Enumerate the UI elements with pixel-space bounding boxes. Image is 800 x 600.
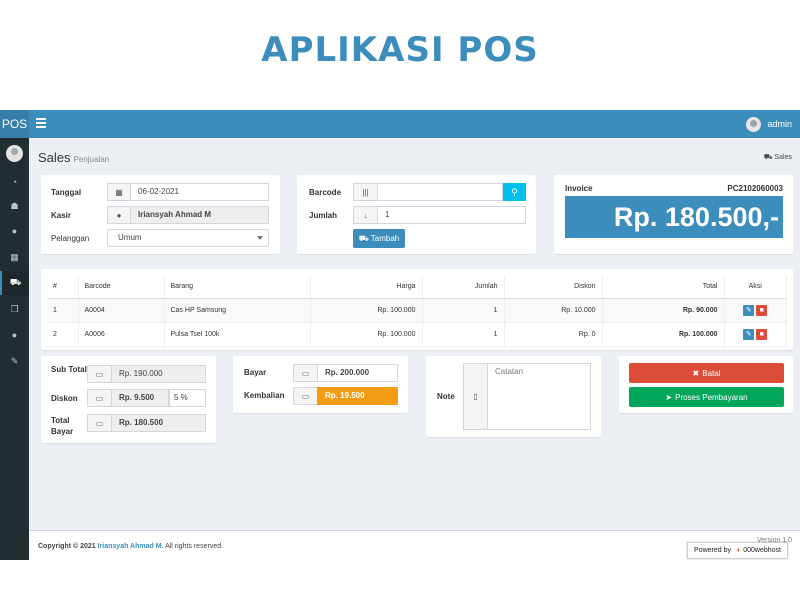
user-icon: ●	[107, 206, 131, 224]
user2-icon[interactable]: ●	[0, 323, 29, 347]
transaction-info-box: Tanggal ▦ 06-02-2021 Kasir ● Iriansyah A…	[41, 175, 280, 254]
sidebar-avatar	[6, 145, 23, 162]
page-title: Sales Penjualan	[38, 150, 110, 165]
app-logo[interactable]: POS	[0, 110, 29, 138]
search-icon: ⚲	[511, 186, 518, 197]
money-icon: ▭	[293, 387, 318, 405]
app-window: POS admin ◔ ☗ ● ▦ ⛟ ❐ ● ✎ Sales Penjualan…	[0, 110, 800, 560]
copyright: Copyright © 2021 Iriansyah Ahmad M. All …	[38, 543, 224, 550]
table-header: # Barcode Barang Harga Jumlah Diskon Tot…	[47, 276, 787, 299]
user-name: admin	[767, 119, 792, 129]
cart-table-box: # Barcode Barang Harga Jumlah Diskon Tot…	[41, 269, 793, 350]
note-icon: ▯	[463, 363, 488, 430]
webhost-logo-icon: ◖	[736, 547, 741, 554]
breadcrumb: ⛟ Sales	[763, 154, 792, 161]
payment-box: Bayar ▭ Rp. 200.000 Kembalian ▭ Rp. 19.5…	[233, 356, 408, 413]
table-row: 1 A0004 Cas HP Samsung Rp. 100.000 1 Rp.…	[47, 298, 787, 323]
actions-box: ✖ Batal ➤ Proses Pembayaran	[619, 356, 793, 413]
calendar-icon: ▦	[107, 183, 131, 201]
invoice-box: Invoice PC2102060003 Rp. 180.500,-	[554, 175, 793, 254]
delete-icon[interactable]: ■	[756, 304, 768, 316]
diskon-field: Rp. 9.500	[111, 389, 169, 407]
delete-icon[interactable]: ■	[756, 328, 768, 340]
kasir-label: Kasir	[51, 211, 72, 220]
invoice-label: Invoice	[565, 184, 593, 193]
author-link[interactable]: Iriansyah Ahmad M.	[98, 543, 164, 550]
footer: Copyright © 2021 Iriansyah Ahmad M. All …	[29, 530, 800, 560]
user-avatar	[746, 116, 762, 132]
chevron-down-icon	[257, 236, 263, 240]
jumlah-label: Jumlah	[309, 211, 338, 220]
money-icon: ▭	[87, 365, 112, 383]
tanggal-label: Tanggal	[51, 188, 82, 197]
kembalian-label: Kembalian	[244, 391, 285, 400]
user-icon[interactable]: ●	[0, 219, 29, 243]
page-subtitle: Penjualan	[73, 155, 110, 164]
powered-by-badge[interactable]: Powered by ◖ 000webhost	[687, 542, 788, 559]
barcode-label: Barcode	[309, 188, 342, 197]
summary-box: Sub Total ▭ Rp. 190.000 Diskon ▭ Rp. 9.5…	[41, 356, 216, 443]
dashboard-icon[interactable]: ◔	[0, 170, 29, 194]
pelanggan-label: Pelanggan	[51, 234, 90, 243]
note-textarea[interactable]: Catatan	[487, 363, 591, 430]
money-icon: ▭	[87, 414, 112, 432]
close-icon: ✖	[692, 368, 700, 378]
sort-numeric-icon: ↓	[353, 206, 378, 224]
kasir-field: Iriansyah Ahmad M	[130, 206, 269, 224]
barcode-input[interactable]	[377, 183, 503, 201]
item-entry-box: Barcode ||| ⚲ Jumlah ↓ 1 ⛟ Tambah	[297, 175, 536, 254]
wrench-icon[interactable]: ✎	[0, 349, 29, 373]
edit-icon[interactable]: ✎	[743, 328, 755, 340]
note-label: Note	[437, 392, 455, 401]
diskon-label: Diskon	[51, 394, 78, 403]
batal-button[interactable]: ✖ Batal	[629, 363, 784, 383]
money-icon: ▭	[293, 364, 318, 382]
cart-icon: ⛟	[358, 233, 369, 243]
bayar-label: Bayar	[244, 368, 267, 377]
money-icon: ▭	[87, 389, 112, 407]
banner-title: APLIKASI POS	[261, 30, 539, 70]
total-bayar-label: Total Bayar	[51, 416, 74, 436]
invoice-total-display: Rp. 180.500,-	[565, 196, 783, 238]
sidebar: ◔ ☗ ● ▦ ⛟ ❐ ● ✎	[0, 138, 29, 560]
total-bayar-field: Rp. 180.500	[111, 414, 206, 432]
send-icon: ➤	[665, 392, 673, 402]
table-row: 2 A0006 Pulsa Tsel 100k Rp. 100.000 1 Rp…	[47, 322, 787, 347]
invoice-number: PC2102060003	[727, 184, 783, 193]
bayar-input[interactable]: Rp. 200.000	[317, 364, 398, 382]
search-button[interactable]: ⚲	[503, 183, 526, 201]
cart-icon[interactable]: ⛟	[0, 271, 29, 295]
tanggal-field[interactable]: 06-02-2021	[130, 183, 269, 201]
edit-icon[interactable]: ✎	[743, 304, 755, 316]
pelanggan-select[interactable]: Umum	[107, 229, 269, 247]
sidebar-toggle-icon[interactable]	[36, 118, 46, 128]
diskon-percent-field[interactable]: 5 %	[169, 389, 206, 407]
main-content: Sales Penjualan ⛟ Sales Tanggal ▦ 06-02-2…	[29, 138, 800, 530]
grid-icon[interactable]: ▦	[0, 245, 29, 269]
cart-table: # Barcode Barang Harga Jumlah Diskon Tot…	[47, 276, 787, 347]
top-navbar: POS admin	[0, 110, 800, 138]
barcode-icon: |||	[353, 183, 378, 201]
jumlah-input[interactable]: 1	[377, 206, 526, 224]
banner: APLIKASI POS	[0, 0, 800, 110]
kembalian-field: Rp. 19.500	[317, 387, 398, 405]
users-icon[interactable]: ☗	[0, 194, 29, 218]
note-box: Note ▯ Catatan	[426, 356, 601, 437]
subtotal-field: Rp. 190.000	[111, 365, 206, 383]
subtotal-label: Sub Total	[51, 365, 87, 374]
user-menu[interactable]: admin	[746, 116, 792, 132]
copy-icon[interactable]: ❐	[0, 297, 29, 321]
tambah-button[interactable]: ⛟ Tambah	[353, 229, 405, 248]
cart-icon: ⛟	[763, 154, 773, 161]
proses-pembayaran-button[interactable]: ➤ Proses Pembayaran	[629, 387, 784, 407]
